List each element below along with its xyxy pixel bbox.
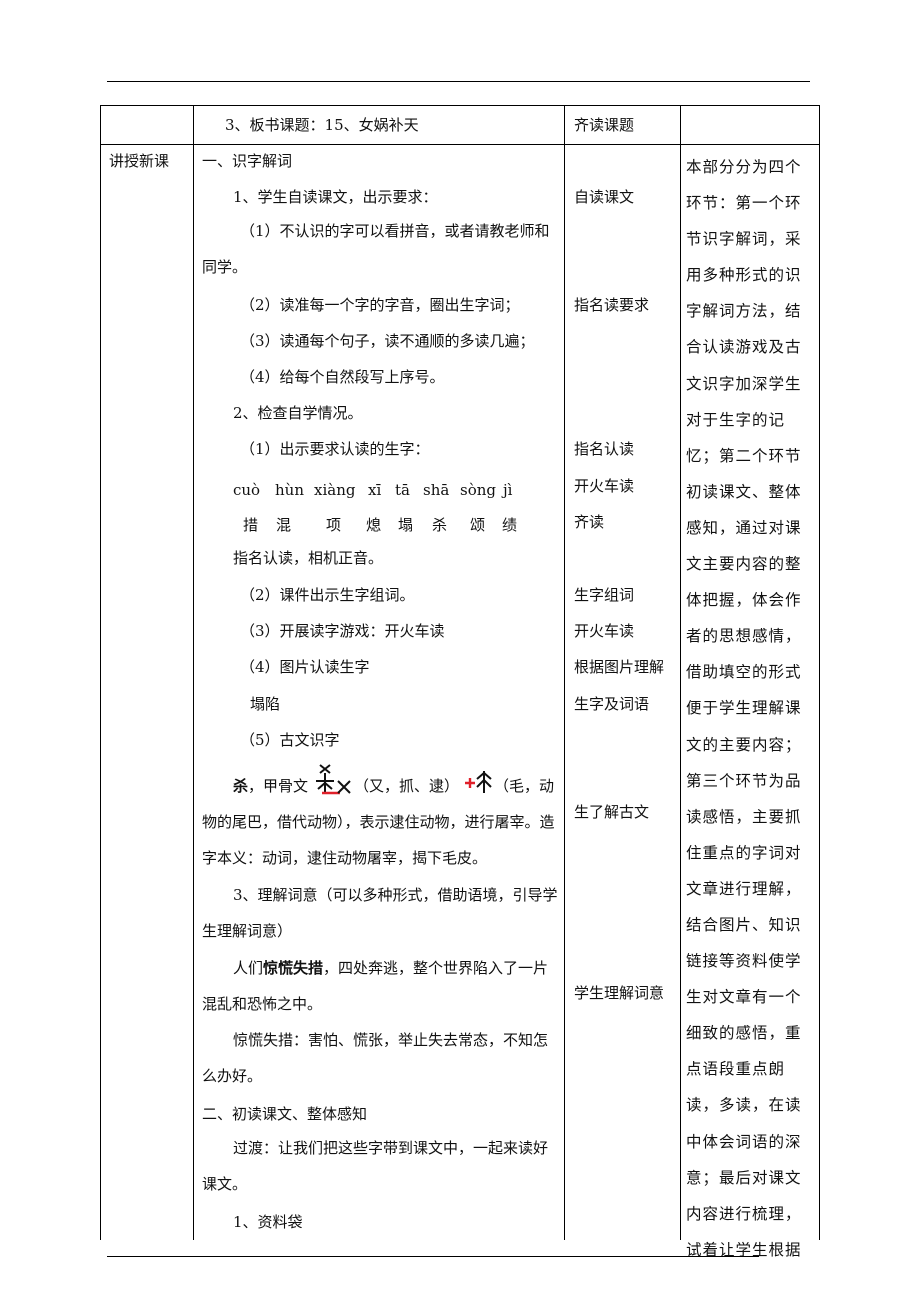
student-activity: 学生理解词意 <box>574 984 665 1002</box>
student-activity: 生了解古文 <box>574 803 650 821</box>
hanzi: 熄 <box>366 516 382 534</box>
sub-step: （3）开展读字游戏：开火车读 <box>240 622 445 640</box>
pinyin: jì <box>503 481 513 499</box>
requirement-2: （2）读准每一个字的字音，圈出生字词； <box>240 296 520 314</box>
pinyin: shā <box>423 481 450 499</box>
requirement-4: （4）给每个自然段写上序号。 <box>240 368 445 386</box>
table-border-top <box>100 105 820 106</box>
transition-text: 过渡：让我们把这些字带到课文中，一起来读好课文。 <box>202 1139 549 1193</box>
student-activity: 开火车读 <box>574 477 635 495</box>
hanzi: 混 <box>276 516 292 534</box>
section-label: 讲授新课 <box>109 152 170 170</box>
sub-step: （5）古文识字 <box>240 731 340 749</box>
hanzi: 绩 <box>502 516 518 534</box>
correction-note: 指名认读，相机正音。 <box>233 549 384 567</box>
step-line: 1、学生自读课文，出示要求： <box>233 188 438 206</box>
student-activity: 开火车读 <box>574 622 635 640</box>
example-sentence: 人们惊慌失措，四处奔逃，整个世界陷入了一片混乱和恐怖之中。 <box>202 950 560 1022</box>
table-divider <box>564 105 565 1240</box>
pinyin: tā <box>395 481 410 499</box>
heading-2: 二、初读课文、整体感知 <box>202 1105 368 1123</box>
pinyin: cuò <box>233 481 261 499</box>
heading-1: 一、识字解词 <box>202 152 293 170</box>
lesson-table: 3、板书课题：15、女娲补天 齐读课题 讲授新课 一、识字解词 1、学生自读课文… <box>100 105 820 1259</box>
student-activity: 齐读 <box>574 513 605 531</box>
student-activity: 指名读要求 <box>574 296 650 314</box>
key-word: 惊慌失措 <box>263 959 324 977</box>
design-intent: 本部分分为四个环节：第一个环节识字解词，采用多种形式的识字解词方法，结合认读游戏… <box>686 158 802 1259</box>
student-activity: 根据图片理解 <box>574 658 665 676</box>
table-border-right <box>819 105 820 1240</box>
lesson-step-title: 3、板书课题：15、女娲补天 <box>225 116 419 134</box>
guwen-explanation: （毛，动物的尾巴，借代动物），表示逮住动物，进行屠宰。造字本义：动词，逮住动物屠… <box>202 777 555 867</box>
step-line: 1、资料袋 <box>233 1213 303 1231</box>
hanzi: 项 <box>326 516 342 534</box>
hanzi: 塌 <box>398 516 414 534</box>
table-divider <box>680 105 681 1240</box>
hanzi: 杀 <box>432 516 448 534</box>
requirement-3: （3）读通每个句子，读不通顺的多读几遍； <box>240 332 535 350</box>
table-divider <box>193 105 194 1240</box>
pinyin: sòng <box>460 481 496 499</box>
requirement-1: （1）不认识的字可以看拼音，或者请教老师和同学。 <box>202 222 550 276</box>
header-rule <box>107 81 810 82</box>
footer-rule <box>107 1256 759 1257</box>
sub-step: （2）课件出示生字组词。 <box>240 586 415 604</box>
sub-step: （1）出示要求认读的生字： <box>240 440 430 458</box>
student-activity: 指名认读 <box>574 440 635 458</box>
table-row-divider <box>100 144 820 145</box>
hanzi: 措 <box>243 516 259 534</box>
example-word: 塌陷 <box>250 695 281 713</box>
word-understanding-step: 3、理解词意（可以多种形式，借助语境，引导学生理解词意） <box>202 886 558 940</box>
hanzi: 颂 <box>470 516 486 534</box>
step-line: 2、检查自学情况。 <box>233 404 363 422</box>
table-border-left <box>100 105 101 1240</box>
student-activity: 生字组词 <box>574 586 635 604</box>
word-definition: 惊慌失措：害怕、慌张，举止失去常态，不知怎么办好。 <box>202 1031 549 1085</box>
pinyin: hùn <box>275 481 304 499</box>
pinyin: xiàng <box>314 481 356 499</box>
sentence-part: 人们 <box>233 959 264 977</box>
student-activity: 生字及词语 <box>574 695 650 713</box>
pinyin: xī <box>368 481 382 499</box>
sub-step: （4）图片认读生字 <box>240 658 370 676</box>
student-activity: 齐读课题 <box>574 116 635 134</box>
student-activity: 自读课文 <box>574 188 635 206</box>
